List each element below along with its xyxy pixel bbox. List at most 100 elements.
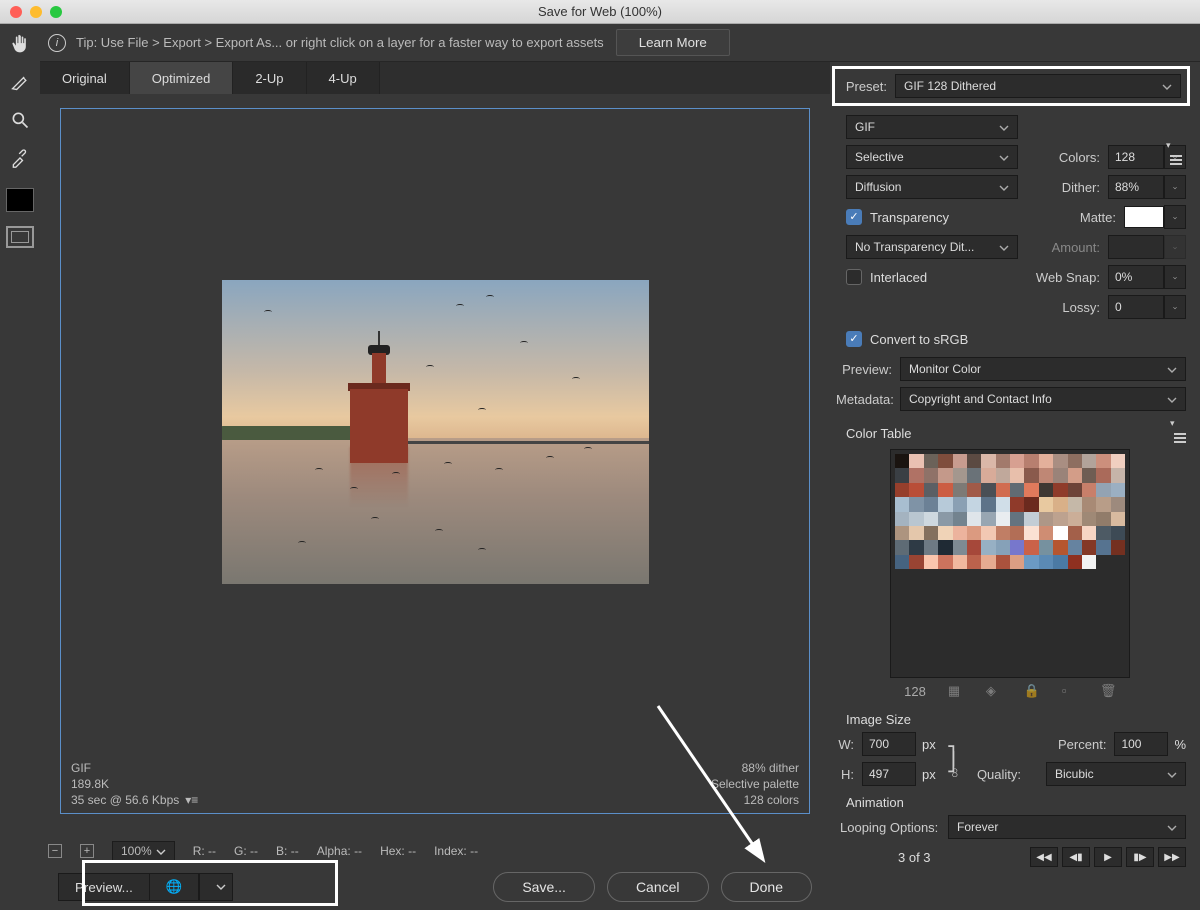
lossy-input[interactable]: 0 — [1108, 295, 1164, 319]
preset-label: Preset: — [841, 79, 895, 94]
websnap-label: Web Snap: — [927, 270, 1108, 285]
websnap-input[interactable]: 0% — [1108, 265, 1164, 289]
colors-input[interactable]: 128 — [1108, 145, 1164, 169]
colors-label: Colors: — [1018, 150, 1108, 165]
metadata-label: Metadata: — [836, 392, 900, 407]
save-button[interactable]: Save... — [493, 872, 595, 902]
info-time: 35 sec @ 56.6 Kbps — [71, 793, 179, 807]
prev-frame-button[interactable]: ◀▮ — [1062, 847, 1090, 867]
snap-web-icon[interactable]: ▦ — [948, 683, 964, 699]
preview-profile-select[interactable]: Monitor Color — [900, 357, 1186, 381]
play-button[interactable]: ▶ — [1094, 847, 1122, 867]
dither-stepper-icon[interactable] — [1164, 175, 1186, 199]
hand-tool-icon[interactable] — [8, 32, 32, 56]
settings-panel: Preset: GIF 128 Dithered GIF Selective C… — [830, 62, 1200, 910]
tab-2up[interactable]: 2-Up — [233, 62, 306, 94]
transparency-checkbox[interactable] — [846, 209, 862, 225]
annotation-highlight-preset: Preset: GIF 128 Dithered — [832, 66, 1190, 106]
learn-more-button[interactable]: Learn More — [616, 29, 730, 56]
tool-strip — [0, 24, 40, 910]
quality-select[interactable]: Bicubic — [1046, 762, 1186, 786]
preview-info: GIF 189.8K 35 sec @ 56.6 Kbps▾≡ 88% dith… — [61, 755, 809, 813]
tab-optimized[interactable]: Optimized — [130, 62, 234, 94]
metadata-select[interactable]: Copyright and Contact Info — [900, 387, 1186, 411]
view-tabs: Original Optimized 2-Up 4-Up — [40, 62, 830, 94]
percent-unit: % — [1168, 737, 1186, 752]
amount-input — [1108, 235, 1164, 259]
slice-tool-icon[interactable] — [8, 70, 32, 94]
eyedropper-tool-icon[interactable] — [8, 146, 32, 170]
preview-button-group: Preview... 🌐 — [58, 873, 233, 901]
toggle-slices-icon[interactable] — [6, 226, 34, 248]
dither-method-select[interactable]: Diffusion — [846, 175, 1018, 199]
window-title: Save for Web (100%) — [0, 4, 1200, 19]
color-table-footer: 128 ▦ ◈ 🔒 ▫ 🗑 — [890, 678, 1130, 704]
transparency-label: Transparency — [870, 210, 949, 225]
last-frame-button[interactable]: ▶▶ — [1158, 847, 1186, 867]
color-reduction-select[interactable]: Selective — [846, 145, 1018, 169]
readout-alpha: Alpha: -- — [317, 844, 362, 858]
matte-swatch[interactable] — [1124, 206, 1164, 228]
zoom-level-select[interactable]: 100% — [112, 841, 175, 861]
preview-menu-icon[interactable]: ▾≡ — [185, 793, 198, 807]
next-frame-button[interactable]: ▮▶ — [1126, 847, 1154, 867]
amount-label: Amount: — [1018, 240, 1108, 255]
lossy-label: Lossy: — [836, 300, 1108, 315]
looping-select[interactable]: Forever — [948, 815, 1186, 839]
preview-canvas[interactable]: GIF 189.8K 35 sec @ 56.6 Kbps▾≡ 88% dith… — [60, 108, 810, 814]
amount-stepper-icon — [1164, 235, 1186, 259]
interlaced-checkbox[interactable] — [846, 269, 862, 285]
zoom-in-icon[interactable]: + — [80, 844, 94, 858]
preview-button[interactable]: Preview... — [58, 873, 149, 901]
readout-b: B: -- — [276, 844, 299, 858]
width-label: W: — [836, 737, 862, 752]
image-size-title: Image Size — [846, 712, 1186, 727]
matte-dropdown-icon[interactable] — [1164, 205, 1186, 229]
lossy-stepper-icon[interactable] — [1164, 295, 1186, 319]
foreground-color-swatch[interactable] — [6, 188, 34, 212]
preview-profile-label: Preview: — [836, 362, 900, 377]
height-label: H: — [836, 767, 862, 782]
dither-input[interactable]: 88% — [1108, 175, 1164, 199]
map-transparent-icon[interactable]: ◈ — [986, 683, 1002, 699]
browser-dropdown-icon[interactable] — [199, 873, 233, 901]
height-input[interactable]: 497 — [862, 762, 916, 786]
bottom-button-row: Preview... 🌐 Save... Cancel Done — [40, 864, 830, 910]
width-input[interactable]: 700 — [862, 732, 916, 756]
status-bar: − + 100% R: -- G: -- B: -- Alpha: -- Hex… — [40, 838, 830, 864]
first-frame-button[interactable]: ◀◀ — [1030, 847, 1058, 867]
readout-index: Index: -- — [434, 844, 478, 858]
format-select[interactable]: GIF — [846, 115, 1018, 139]
cancel-button[interactable]: Cancel — [607, 872, 709, 902]
tab-4up[interactable]: 4-Up — [307, 62, 380, 94]
trash-icon[interactable]: 🗑 — [1100, 683, 1116, 699]
zoom-tool-icon[interactable] — [8, 108, 32, 132]
lock-color-icon[interactable]: 🔒 — [1024, 683, 1040, 699]
convert-srgb-checkbox[interactable] — [846, 331, 862, 347]
new-color-icon[interactable]: ▫ — [1062, 683, 1078, 699]
done-button[interactable]: Done — [721, 872, 812, 902]
info-format: GIF — [71, 761, 198, 775]
percent-input[interactable]: 100 — [1114, 732, 1168, 756]
percent-label: Percent: — [1058, 737, 1114, 752]
window-titlebar: Save for Web (100%) — [0, 0, 1200, 24]
tab-original[interactable]: Original — [40, 62, 130, 94]
color-count: 128 — [904, 684, 926, 699]
constrain-link-icon[interactable]: 𝟾 — [951, 765, 959, 781]
interlaced-label: Interlaced — [870, 270, 927, 285]
info-icon: i — [48, 34, 66, 52]
readout-g: G: -- — [234, 844, 258, 858]
websnap-stepper-icon[interactable] — [1164, 265, 1186, 289]
preview-image — [222, 280, 649, 584]
zoom-out-icon[interactable]: − — [48, 844, 62, 858]
browser-preview-icon[interactable]: 🌐 — [149, 873, 200, 901]
transparency-dither-select[interactable]: No Transparency Dit... — [846, 235, 1018, 259]
convert-srgb-label: Convert to sRGB — [870, 332, 968, 347]
color-table-menu-icon[interactable] — [1174, 420, 1186, 443]
readout-hex: Hex: -- — [380, 844, 416, 858]
color-table[interactable] — [890, 449, 1130, 678]
info-dither: 88% dither — [742, 761, 799, 775]
color-table-title: Color Table — [846, 426, 912, 441]
preset-select[interactable]: GIF 128 Dithered — [895, 74, 1181, 98]
info-colors: 128 colors — [744, 793, 799, 807]
